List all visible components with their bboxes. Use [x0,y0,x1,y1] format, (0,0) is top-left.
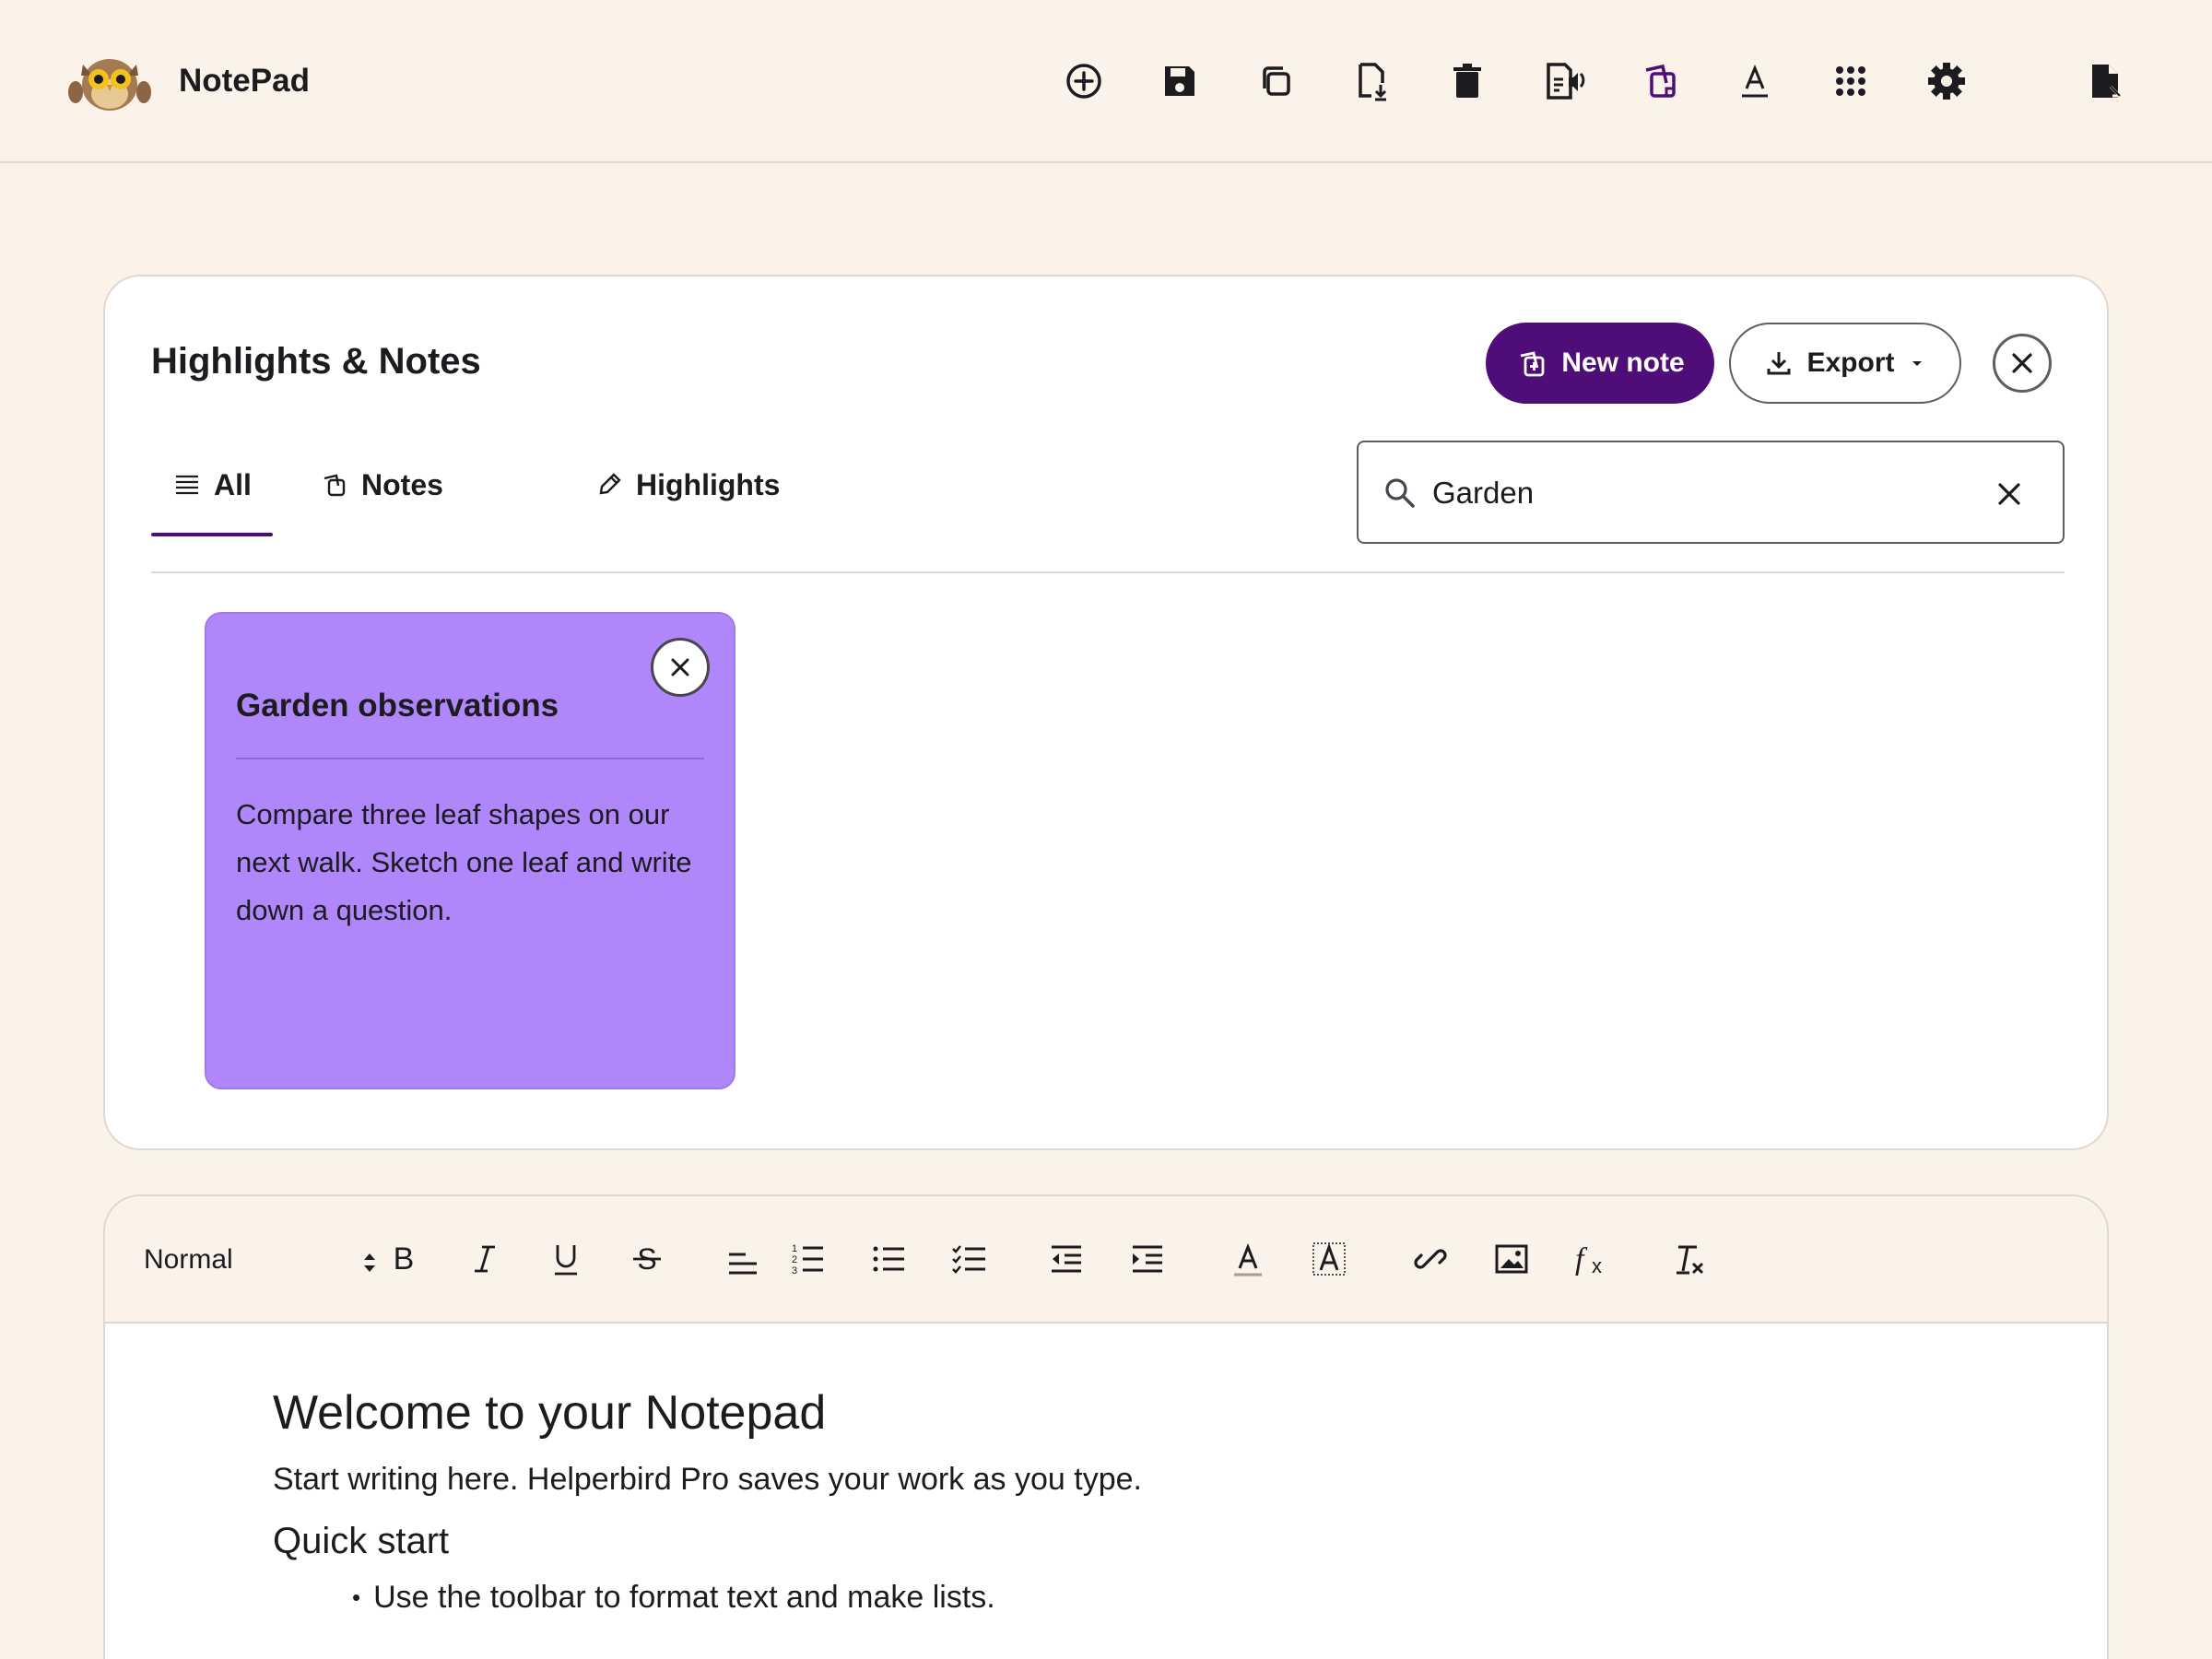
add-circle-icon[interactable] [1056,53,1112,109]
export-button[interactable]: Export [1729,323,1961,404]
caret-down-icon [1912,361,1922,366]
bullet-list-icon[interactable] [865,1235,912,1283]
tab-all-label: All [214,467,252,501]
notepad-editor: Normal B S 123 f x Welcome to your Notep… [103,1194,2109,1659]
text-style-value: Normal [144,1244,233,1275]
document-content[interactable]: Welcome to your Notepad Start writing he… [273,1381,2024,1622]
document-subheading: Quick start [273,1521,450,1561]
format-toolbar: Normal B S 123 f x [105,1196,2107,1324]
indent-icon[interactable] [1123,1235,1171,1283]
brand: NotePad [68,48,310,114]
file-download-icon[interactable] [1344,53,1399,109]
search-icon [1385,478,1415,508]
close-panel-button[interactable] [1993,334,2052,393]
document-intro: Start writing here. Helperbird Pro saves… [273,1462,1142,1497]
formula-icon[interactable]: fx [1569,1235,1617,1283]
read-aloud-icon[interactable] [1535,53,1591,109]
link-icon[interactable] [1406,1235,1454,1283]
svg-text:B: B [394,1241,415,1277]
active-tab-indicator [151,533,273,536]
underline-icon[interactable] [542,1235,590,1283]
list-item: Use the toolbar to format text and make … [352,1574,2024,1622]
clear-formatting-icon[interactable] [1665,1235,1712,1283]
document-heading: Welcome to your Notepad [273,1386,827,1440]
notepad-app: NotePad Highlights & Notes New note Expo… [0,0,2212,1659]
tab-highlights-label: Highlights [636,467,781,501]
tab-notes[interactable]: Notes [321,433,443,536]
new-note-icon [1521,351,1545,377]
panel-title: Highlights & Notes [151,341,481,382]
document-bullet-list: Use the toolbar to format text and make … [273,1574,2024,1622]
svg-text:2: 2 [792,1254,797,1265]
highlights-notes-panel: Highlights & Notes New note Export All N… [103,275,2109,1150]
note-icon [324,474,346,497]
text-format-icon[interactable] [1727,53,1783,109]
note-divider [236,758,704,759]
top-bar: NotePad [0,0,2212,163]
text-color-icon[interactable] [1224,1235,1272,1283]
delete-note-button[interactable] [651,638,710,697]
close-icon [671,658,689,677]
owl-logo-icon [68,59,151,111]
align-left-icon[interactable] [719,1235,767,1283]
save-icon[interactable] [1152,53,1207,109]
tabs-divider [151,571,2065,573]
notes-icon[interactable] [1631,53,1687,109]
image-icon[interactable] [1488,1235,1535,1283]
new-note-button[interactable]: New note [1486,323,1714,404]
highlight-color-icon[interactable] [1305,1235,1353,1283]
note-title: Garden observations [236,688,559,724]
list-icon [176,475,198,495]
highlighter-icon [599,473,621,495]
svg-text:3: 3 [792,1265,797,1277]
select-arrows-icon [364,1253,375,1272]
numbered-list-icon[interactable]: 123 [783,1235,831,1283]
settings-icon[interactable] [1919,53,1974,109]
bold-icon[interactable]: B [380,1235,428,1283]
close-icon [2012,353,2032,373]
note-card[interactable]: Garden observations Compare three leaf s… [205,612,735,1089]
outdent-icon[interactable] [1041,1235,1089,1283]
svg-text:x: x [1592,1254,1602,1277]
italic-icon[interactable] [461,1235,509,1283]
text-style-select[interactable]: Normal [144,1237,375,1283]
app-name: NotePad [179,63,310,99]
delete-icon[interactable] [1440,53,1495,109]
new-note-label: New note [1561,347,1685,378]
tab-notes-label: Notes [361,467,443,501]
svg-text:f: f [1575,1242,1588,1277]
note-body: Compare three leaf shapes on our next wa… [236,798,692,926]
checklist-icon[interactable] [946,1235,994,1283]
search-box [1357,441,2065,544]
document-export-icon[interactable] [2077,53,2133,109]
tab-all[interactable]: All [173,433,252,536]
download-icon [1767,352,1791,375]
strikethrough-icon[interactable]: S [623,1235,671,1283]
clear-search-icon[interactable] [1991,476,2028,512]
copy-icon[interactable] [1248,53,1303,109]
svg-text:1: 1 [792,1243,797,1254]
apps-grid-icon[interactable] [1823,53,1878,109]
export-label: Export [1806,347,1895,378]
search-input[interactable] [1432,465,1967,522]
tab-highlights[interactable]: Highlights [595,433,780,536]
